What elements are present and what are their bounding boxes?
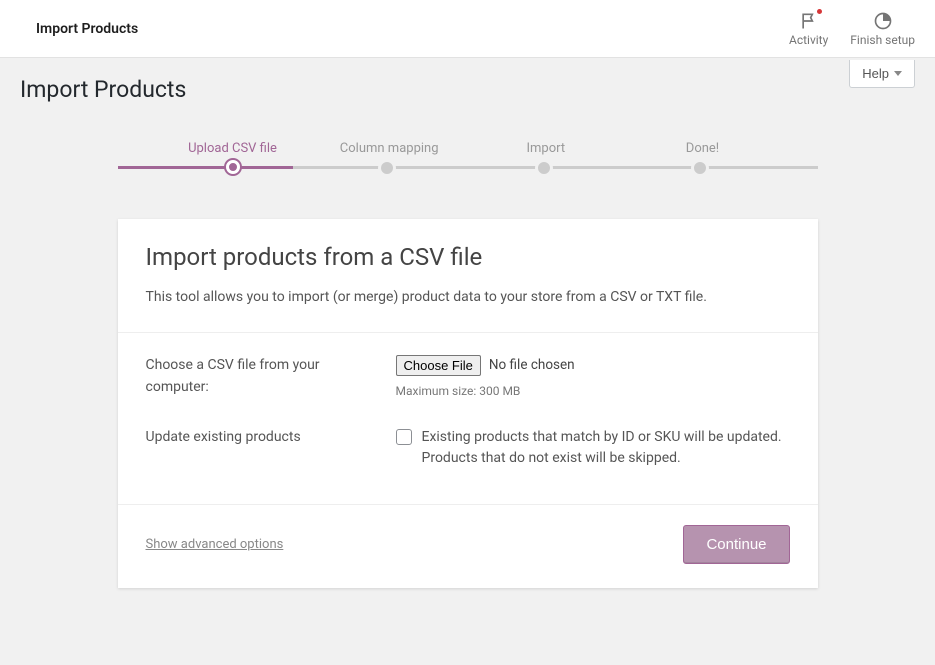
progress-stepper: Upload CSV file Column mapping Import Do… (118, 103, 818, 169)
wizard-footer: Show advanced options Continue (118, 505, 818, 588)
stepper-labels: Upload CSV file Column mapping Import Do… (118, 141, 818, 156)
activity-button[interactable]: Activity (789, 11, 828, 47)
chevron-down-icon (894, 71, 902, 76)
update-existing-field: Existing products that match by ID or SK… (396, 427, 790, 470)
update-existing-desc: Existing products that match by ID or SK… (422, 427, 790, 470)
wizard-heading: Import products from a CSV file (146, 243, 790, 271)
import-wizard-panel: Import products from a CSV file This too… (118, 219, 818, 588)
choose-file-field: Choose File No file chosen Maximum size:… (396, 355, 790, 401)
finish-setup-label: Finish setup (850, 33, 915, 47)
step-upload-label: Upload CSV file (173, 141, 293, 156)
notification-dot-icon (817, 9, 822, 14)
step-dot-2 (378, 159, 396, 177)
choose-file-button[interactable]: Choose File (396, 355, 481, 376)
page-title: Import Products (0, 58, 935, 103)
help-button[interactable]: Help (849, 60, 915, 88)
topbar-actions: Activity Finish setup (789, 11, 915, 47)
choose-file-label: Choose a CSV file from your computer: (146, 355, 396, 401)
update-existing-label: Update existing products (146, 427, 396, 470)
topbar-title: Import Products (36, 21, 138, 37)
step-mapping-label: Column mapping (329, 141, 449, 156)
update-existing-row: Update existing products Existing produc… (146, 427, 790, 470)
show-advanced-link[interactable]: Show advanced options (146, 537, 284, 552)
step-import-label: Import (486, 141, 606, 156)
progress-circle-icon (873, 11, 893, 31)
continue-button[interactable]: Continue (683, 525, 789, 564)
step-dot-4 (691, 159, 709, 177)
wizard-body: Choose a CSV file from your computer: Ch… (118, 333, 818, 505)
update-existing-checkbox[interactable] (396, 429, 412, 445)
file-chosen-text: No file chosen (489, 355, 575, 376)
step-dot-3 (535, 159, 553, 177)
finish-setup-button[interactable]: Finish setup (850, 11, 915, 47)
wizard-header: Import products from a CSV file This too… (118, 219, 818, 333)
step-done-label: Done! (642, 141, 762, 156)
stepper-track (118, 166, 818, 169)
topbar: Import Products Activity Finish setup (0, 0, 935, 58)
choose-file-row: Choose a CSV file from your computer: Ch… (146, 355, 790, 401)
activity-label: Activity (789, 33, 828, 47)
max-size-hint: Maximum size: 300 MB (396, 382, 790, 401)
wizard-intro: This tool allows you to import (or merge… (146, 287, 790, 308)
help-label: Help (862, 66, 889, 81)
step-dot-1 (226, 160, 240, 174)
flag-icon (799, 11, 819, 31)
